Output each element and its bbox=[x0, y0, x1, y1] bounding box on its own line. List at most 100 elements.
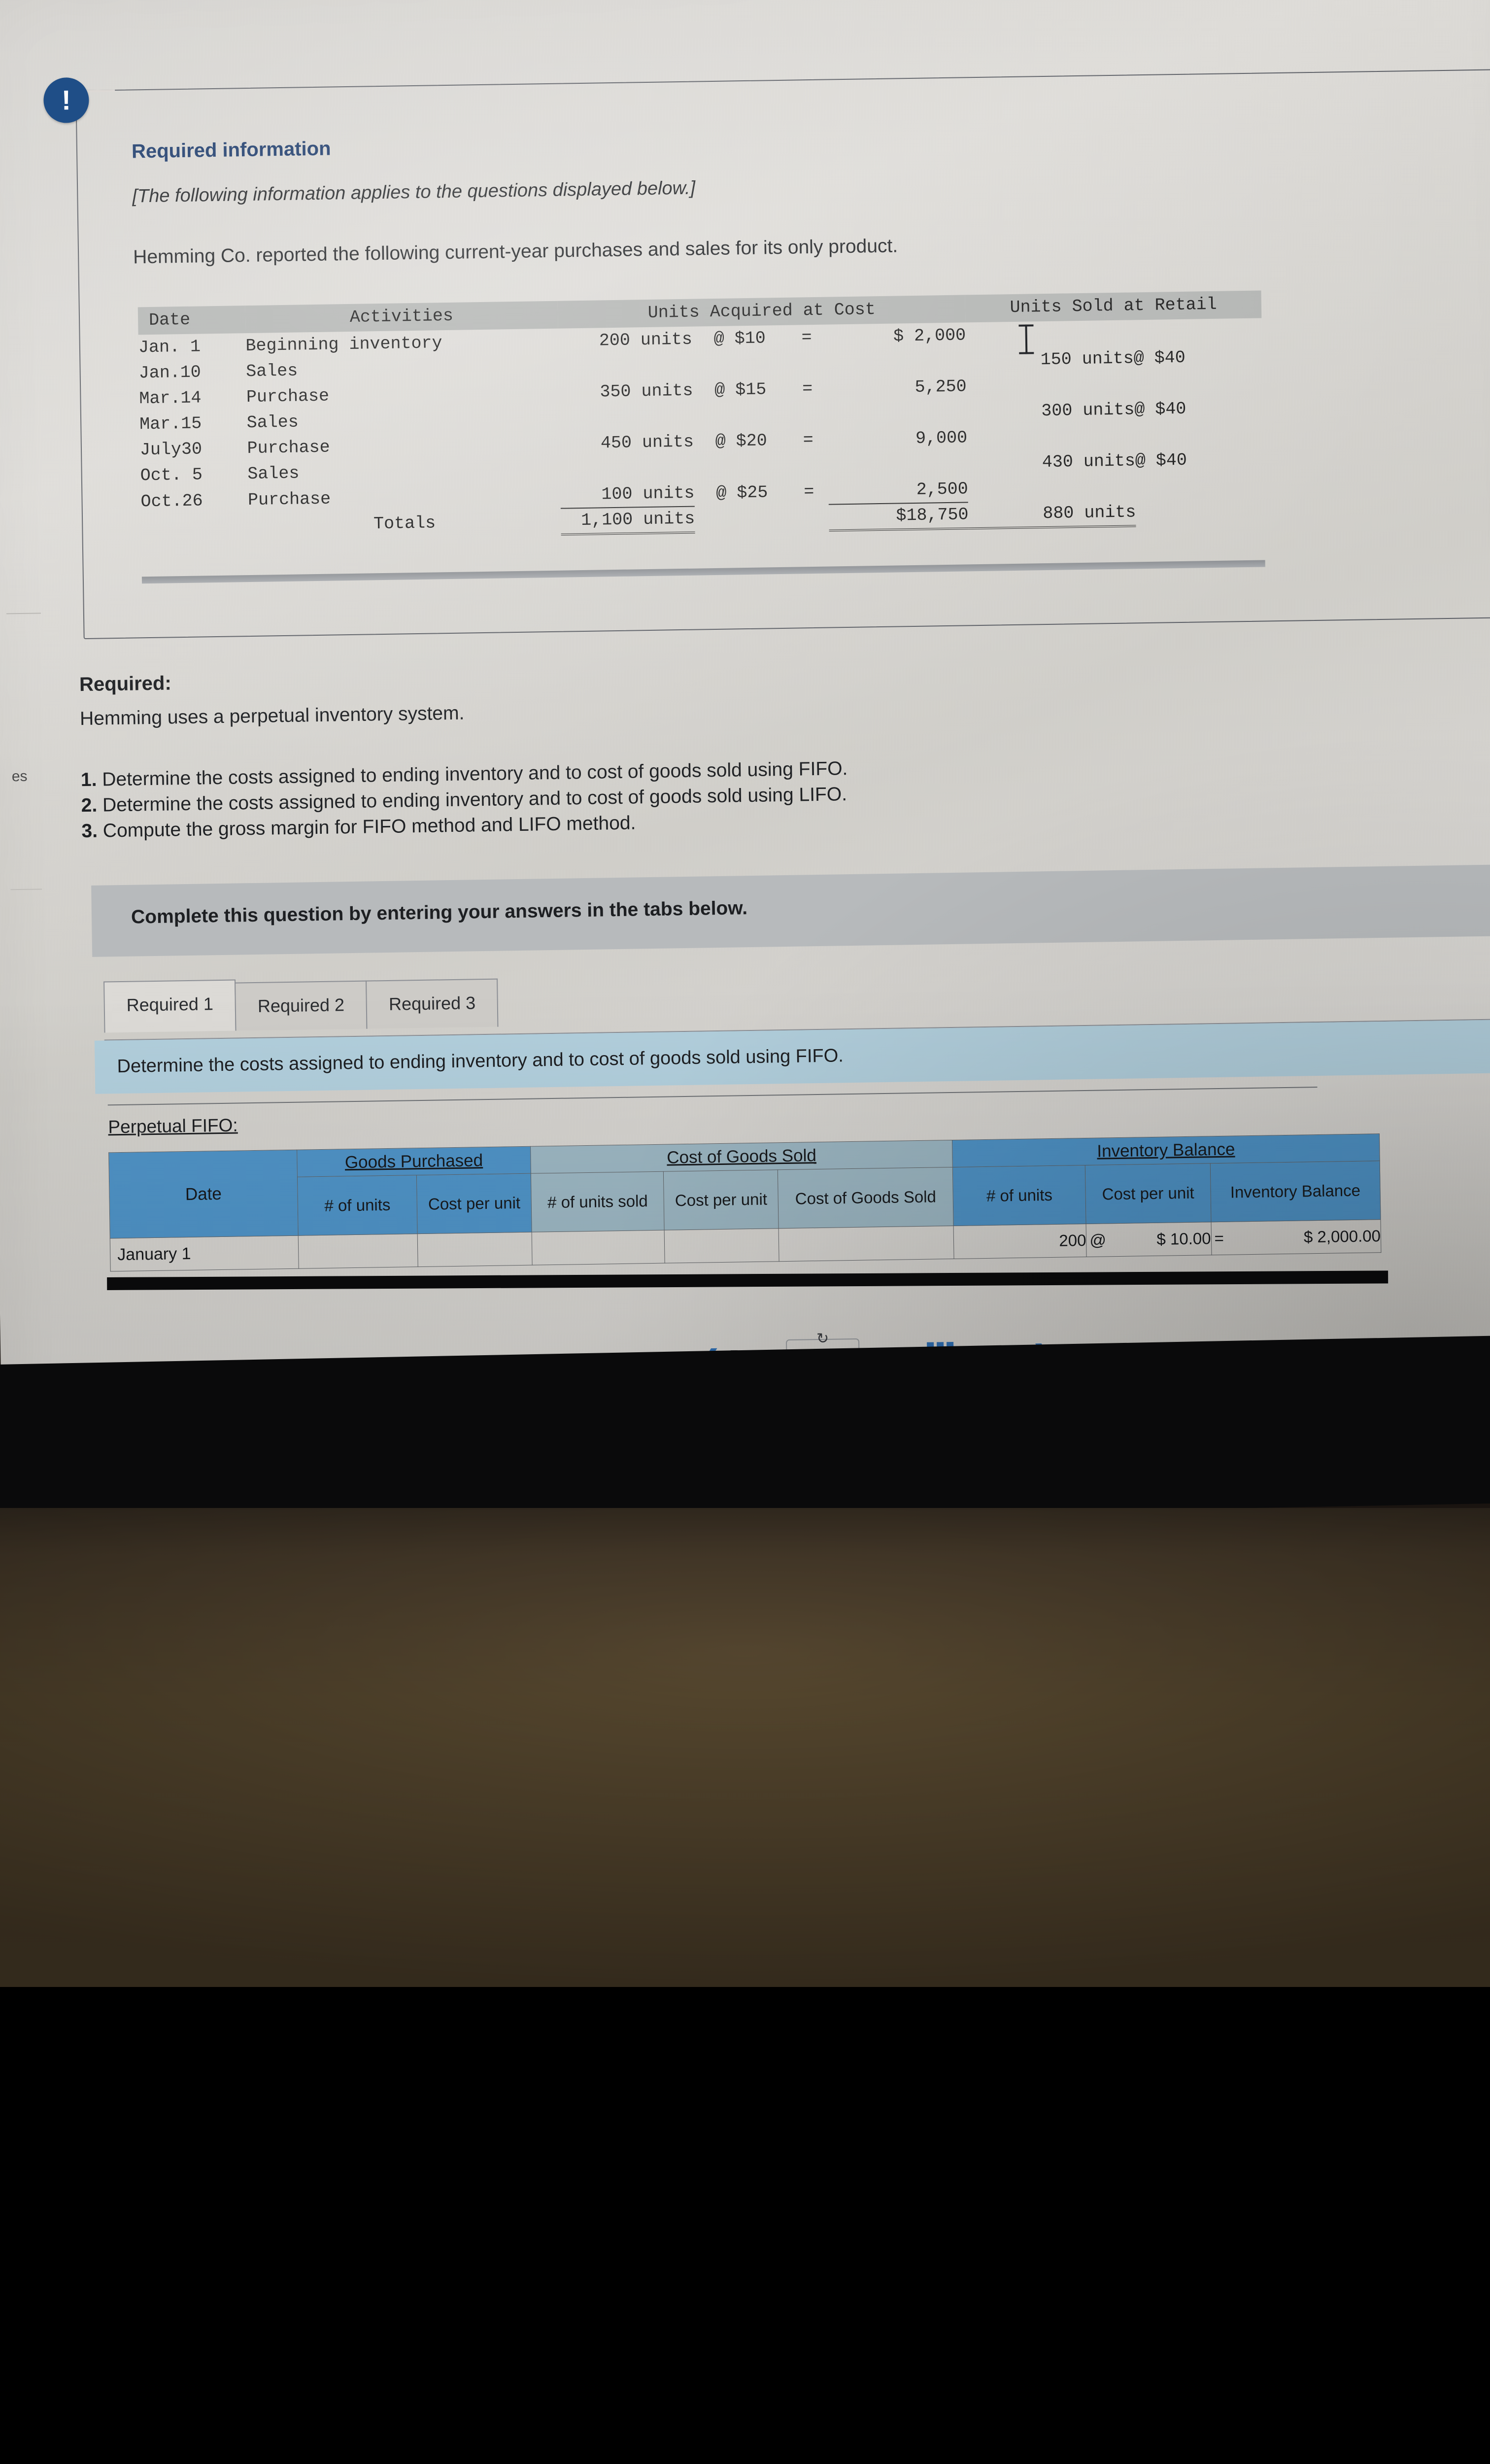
activity-table: Date Activities Units Acquired at Cost U… bbox=[137, 290, 1265, 542]
cell-total-cost: $18,750 bbox=[828, 502, 969, 531]
instruction-text: Determine the costs assigned to ending i… bbox=[117, 1045, 844, 1077]
cell-activity: Purchase bbox=[247, 437, 330, 459]
cell-units-acquired bbox=[560, 455, 694, 482]
cell-date: Mar.15 bbox=[139, 413, 202, 435]
laptop-photo: es ! Required information [The following… bbox=[0, 0, 1490, 1987]
required-subtext: Hemming uses a perpetual inventory syste… bbox=[79, 702, 465, 730]
fifo-caption: Perpetual FIFO: bbox=[108, 1115, 238, 1137]
col-date: Date bbox=[137, 306, 246, 335]
cell-activity: Sales bbox=[245, 361, 298, 382]
cell-extended-cost: 5,250 bbox=[914, 376, 967, 397]
fifo-cell-inventory-units[interactable]: 200 bbox=[953, 1224, 1087, 1259]
cell-units-sold bbox=[968, 474, 1136, 502]
cell-activity: Purchase bbox=[246, 386, 330, 408]
page-title: Required information bbox=[131, 137, 331, 163]
fifo-col-inventory-units: # of units bbox=[952, 1165, 1086, 1226]
fifo-col-purchased-cost: Cost per unit bbox=[416, 1173, 532, 1234]
fifo-col-inventory-balance: Inventory Balance bbox=[1210, 1161, 1381, 1222]
tab-label: Required 3 bbox=[388, 992, 476, 1014]
cell-units-sold bbox=[966, 320, 1134, 348]
tab-required-3[interactable]: Required 3 bbox=[366, 978, 499, 1029]
cell-units-sold bbox=[967, 422, 1135, 450]
fifo-col-date: Date bbox=[108, 1150, 299, 1238]
fifo-cell-purchased-units[interactable] bbox=[298, 1233, 418, 1269]
required-heading: Required: bbox=[79, 672, 172, 696]
cell-equals: = bbox=[802, 379, 813, 399]
spinner-icon: ↻ bbox=[816, 1330, 829, 1347]
col-units-sold: Units Sold at Retail bbox=[965, 290, 1262, 323]
cell-extended-cost: $ 2,000 bbox=[893, 325, 966, 346]
cell-equals: = bbox=[801, 328, 812, 348]
cell-equals bbox=[789, 453, 828, 479]
cell-unit-cost bbox=[694, 453, 789, 480]
cell-retail-price bbox=[1135, 472, 1264, 500]
cell-unit-cost: @ $15 bbox=[714, 379, 767, 400]
required-item-number: 1. bbox=[80, 769, 97, 791]
cell-retail-price bbox=[1134, 369, 1262, 397]
complete-question-bar: Complete this question by entering your … bbox=[91, 864, 1490, 957]
tab-required-1[interactable]: Required 1 bbox=[103, 979, 237, 1033]
cell-totals-label: Totals bbox=[373, 513, 436, 534]
cell-units-acquired: 350 units bbox=[600, 380, 693, 402]
cell-equals: = bbox=[803, 430, 814, 450]
cell-total-sold: 880 units bbox=[968, 500, 1136, 529]
text-cursor-icon bbox=[1025, 324, 1028, 354]
cell-extended-cost bbox=[828, 450, 968, 478]
cell-unit-cost: @ $20 bbox=[715, 431, 768, 451]
offscreen-rule-bottom bbox=[10, 889, 42, 890]
cell-units-acquired bbox=[559, 404, 694, 431]
cell-retail-price: @ $40 bbox=[1135, 450, 1187, 471]
cell-date: Jan.10 bbox=[138, 362, 202, 383]
cell-unit-cost: @ $10 bbox=[713, 328, 766, 349]
cell-equals: = bbox=[804, 481, 814, 502]
cell-units-sold: 150 units bbox=[1040, 348, 1134, 370]
laptop-screen: es ! Required information [The following… bbox=[0, 0, 1490, 1429]
complete-question-text: Complete this question by entering your … bbox=[131, 897, 748, 928]
cell-retail-price bbox=[1133, 318, 1262, 345]
cell-activity: Sales bbox=[246, 412, 299, 433]
fifo-cell-inventory-cost[interactable]: @ $ 10.00 bbox=[1086, 1222, 1212, 1257]
fifo-col-purchased-units: # of units bbox=[297, 1175, 418, 1236]
keyboard-deck: ☀F2▷‖F3◁×F4◁)F5◁))F6☀F7PrtScnF8HomeF9End… bbox=[0, 1508, 1490, 1987]
fifo-col-cogs: Cost of Goods Sold bbox=[778, 1167, 954, 1229]
cell-units-acquired bbox=[558, 352, 693, 380]
tab-label: Required 1 bbox=[126, 993, 214, 1015]
requirement-tabs[interactable]: Required 1 Required 2 Required 3 bbox=[103, 976, 499, 1033]
cell-date: Oct. 5 bbox=[140, 465, 203, 486]
tab-label: Required 2 bbox=[257, 994, 345, 1016]
cell-activity: Beginning inventory bbox=[245, 333, 442, 356]
fifo-col-sold-cost: Cost per unit bbox=[663, 1169, 779, 1231]
fifo-cell-sold-cost[interactable] bbox=[664, 1228, 779, 1264]
cell-units-sold: 300 units bbox=[1041, 400, 1135, 421]
fifo-group-goods-purchased: Goods Purchased bbox=[297, 1146, 531, 1177]
cell-units-acquired: 100 units bbox=[560, 480, 695, 509]
tab-required-2[interactable]: Required 2 bbox=[235, 980, 368, 1031]
cell-extended-cost bbox=[826, 348, 966, 376]
cell-units-sold bbox=[966, 371, 1134, 399]
cell-unit-cost bbox=[692, 351, 787, 378]
perpetual-fifo-table: Date Goods Purchased Cost of Goods Sold … bbox=[108, 1133, 1381, 1271]
cell-unit-cost bbox=[693, 402, 788, 429]
cell-date: July30 bbox=[139, 439, 203, 460]
cell-activity: Sales bbox=[247, 463, 300, 484]
cell-date: Mar.14 bbox=[139, 388, 202, 409]
cell-units-acquired: 450 units bbox=[600, 432, 694, 453]
cell-extended-cost: 9,000 bbox=[915, 428, 968, 448]
cell-date: Jan. 1 bbox=[138, 337, 201, 358]
cell-total-units: 1,100 units bbox=[561, 506, 695, 535]
cell-retail-price: @ $40 bbox=[1134, 399, 1186, 420]
cell-retail-price: @ $40 bbox=[1133, 347, 1186, 369]
fifo-cell-purchased-cost[interactable] bbox=[417, 1232, 533, 1267]
col-activities: Activities bbox=[245, 301, 558, 334]
cell-retail-price bbox=[1135, 420, 1263, 448]
fifo-cell-inventory-balance[interactable]: = $ 2,000.00 bbox=[1211, 1219, 1381, 1255]
cell-date: Oct.26 bbox=[140, 490, 203, 512]
cell-equals bbox=[787, 350, 827, 376]
cell-activity: Purchase bbox=[247, 489, 331, 510]
cell-extended-cost bbox=[827, 399, 967, 427]
fifo-cell-cogs[interactable] bbox=[779, 1226, 954, 1262]
offscreen-text-fragment: es bbox=[11, 768, 28, 785]
instruction-strip: Determine the costs assigned to ending i… bbox=[94, 1020, 1490, 1094]
cell-units-acquired: 200 units bbox=[599, 329, 693, 351]
fifo-cell-sold-units[interactable] bbox=[532, 1230, 665, 1266]
